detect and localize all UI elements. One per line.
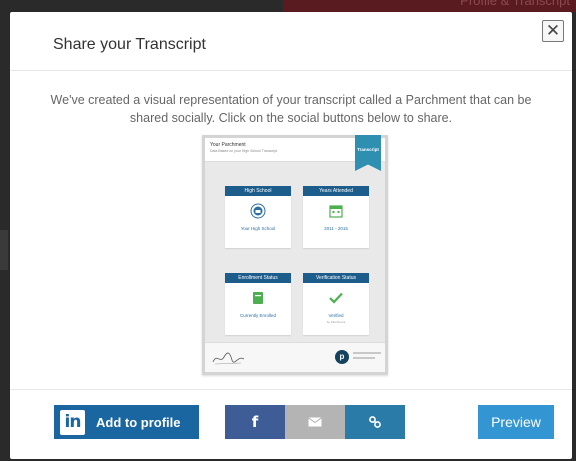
link-share-button[interactable] bbox=[345, 405, 405, 439]
share-transcript-modal: Share your Transcript ✕ We've created a … bbox=[10, 12, 572, 459]
background-page-strip: Profile & Transcript bbox=[283, 0, 576, 12]
parchment-logo-icon: p bbox=[335, 350, 349, 364]
logo-text-line bbox=[353, 357, 375, 359]
linkedin-logo-text: in bbox=[64, 412, 82, 432]
tile-value: Verified bbox=[328, 313, 344, 318]
tile-years-attended: Years Attended 2011 - 2015 bbox=[303, 186, 369, 248]
envelope-icon bbox=[308, 417, 322, 427]
calendar-icon bbox=[303, 203, 369, 219]
signature-image bbox=[212, 352, 245, 365]
tile-value: Currently Enrolled bbox=[239, 313, 276, 318]
school-seal-icon bbox=[225, 203, 291, 219]
tile-subtext: by Parchment bbox=[326, 320, 346, 324]
header-divider bbox=[10, 70, 572, 71]
preview-button[interactable]: Preview bbox=[478, 405, 554, 439]
transcript-ribbon: Transcript bbox=[355, 135, 381, 171]
tile-high-school: High School Your High School bbox=[225, 186, 291, 248]
ribbon-label: Transcript bbox=[357, 147, 379, 152]
checkmark-icon bbox=[303, 290, 369, 306]
tile-value: 2011 - 2015 bbox=[324, 226, 348, 231]
tile-header: Enrollment Status bbox=[225, 273, 291, 283]
tile-enrollment-status: Enrollment Status Currently Enrolled bbox=[225, 273, 291, 335]
book-icon bbox=[225, 290, 291, 306]
tile-verification-status: Verification Status Verified by Parchmen… bbox=[303, 273, 369, 335]
footer-divider bbox=[10, 389, 572, 390]
linkedin-icon: in bbox=[60, 409, 85, 435]
modal-description: We've created a visual representation of… bbox=[50, 93, 532, 125]
facebook-icon: f bbox=[251, 413, 259, 431]
linkedin-button-label: Add to profile bbox=[96, 414, 181, 430]
modal-title: Share your Transcript bbox=[53, 36, 206, 53]
parchment-preview-card: Your Parchment Data Based on your High S… bbox=[202, 135, 388, 375]
email-share-button[interactable] bbox=[285, 405, 345, 439]
background-partial-text: Profile & Transcript bbox=[460, 0, 570, 8]
link-icon bbox=[369, 416, 381, 428]
logo-text-line bbox=[353, 352, 381, 354]
tile-header: High School bbox=[225, 186, 291, 196]
close-button[interactable]: ✕ bbox=[542, 20, 564, 42]
tile-header: Verification Status bbox=[303, 273, 369, 283]
background-edge bbox=[0, 230, 8, 270]
add-to-linkedin-button[interactable]: in Add to profile bbox=[54, 405, 199, 439]
parchment-card-footer: p bbox=[205, 342, 385, 372]
parchment-card-subtitle: Data Based on your High School Transcrip… bbox=[210, 149, 278, 153]
parchment-card-title: Your Parchment bbox=[210, 142, 246, 148]
tile-value: Your High School bbox=[240, 226, 276, 231]
close-icon: ✕ bbox=[545, 20, 561, 41]
facebook-share-button[interactable]: f bbox=[225, 405, 285, 439]
tile-header: Years Attended bbox=[303, 186, 369, 196]
